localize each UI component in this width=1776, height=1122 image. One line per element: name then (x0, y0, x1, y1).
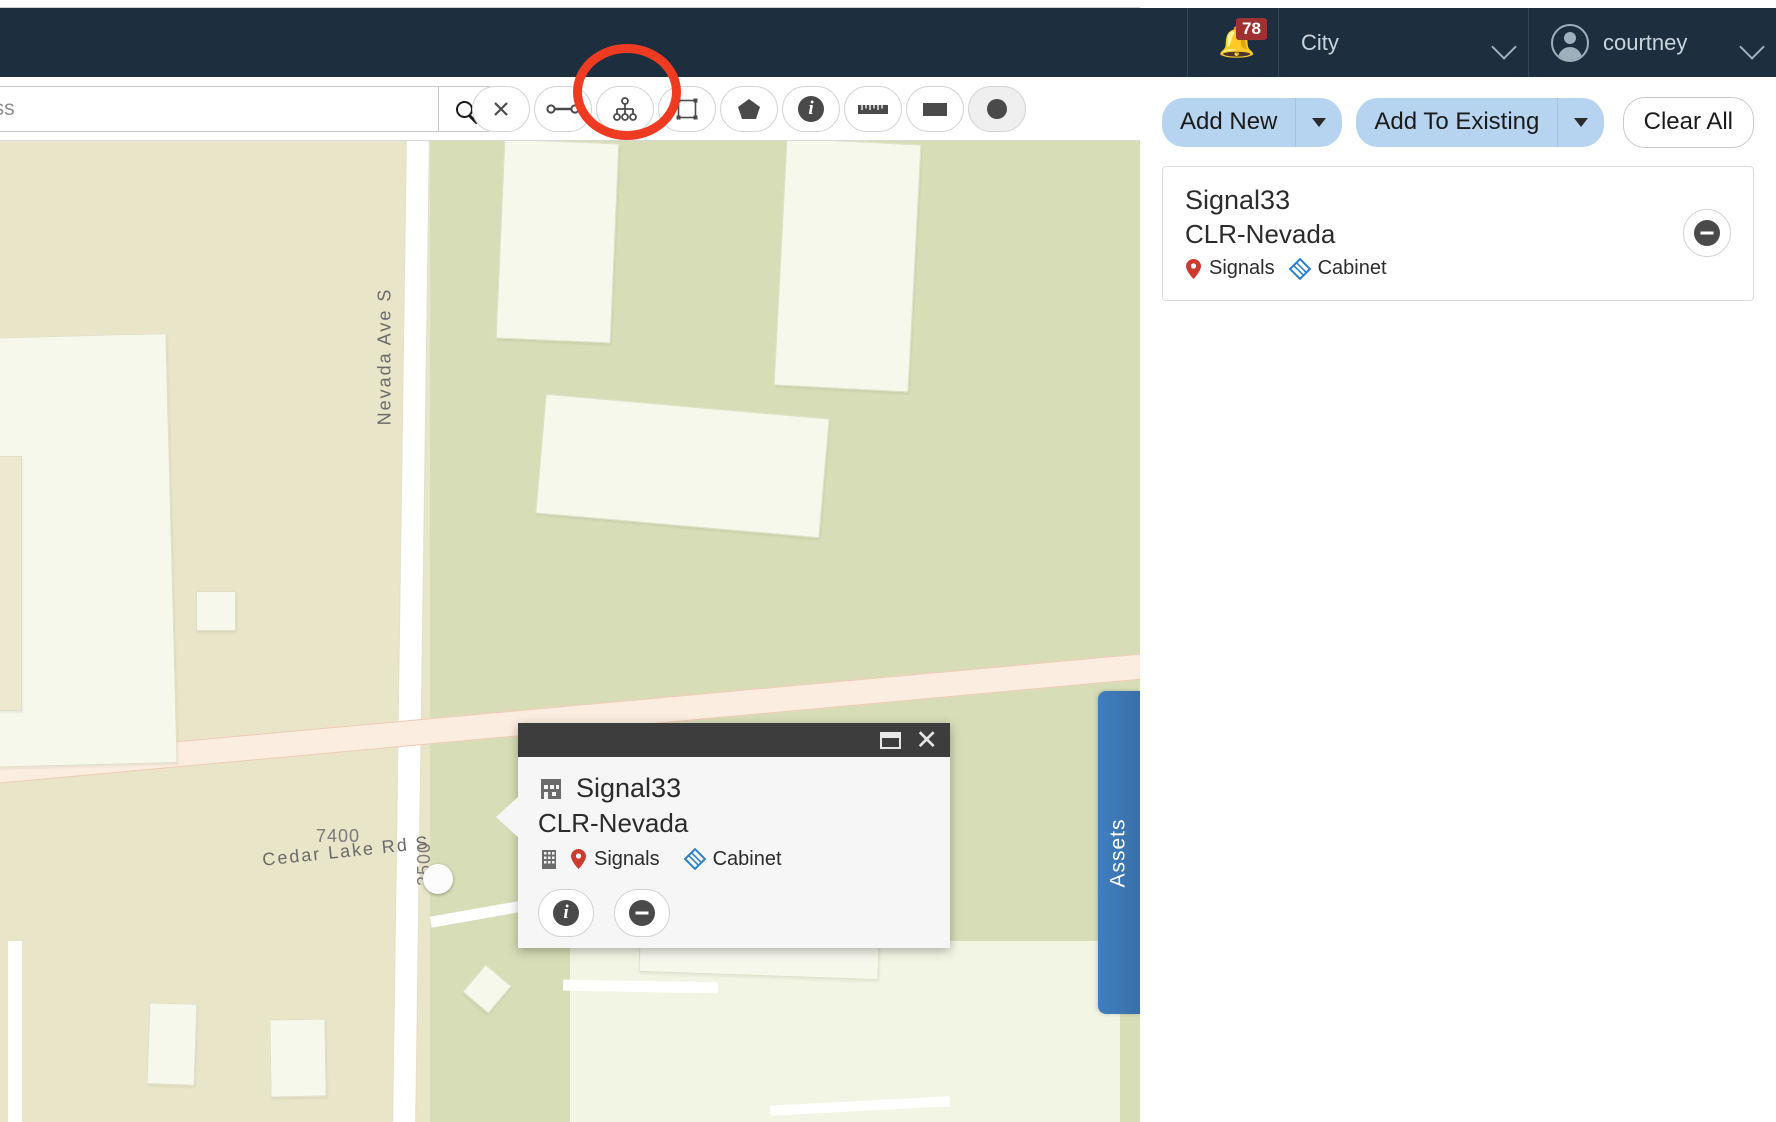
panel-action-bar: Add New Add To Existing Clear All (1140, 77, 1776, 148)
asset-tag-cabinet: Cabinet (1288, 257, 1387, 280)
add-new-dropdown-toggle[interactable] (1295, 98, 1343, 147)
map-building-5 (773, 141, 922, 393)
clear-all-button[interactable]: Clear All (1622, 97, 1754, 148)
popup-remove-button[interactable] (614, 889, 670, 937)
selection-panel: Add New Add To Existing Clear All Signal… (1140, 77, 1776, 1122)
rectangle-filled-icon (923, 103, 947, 116)
popup-feature-name: Signal33 (576, 773, 682, 803)
x-cross-icon (494, 102, 508, 116)
map-building-6 (535, 393, 830, 539)
user-menu[interactable]: courtney (1528, 8, 1776, 77)
add-to-existing-button[interactable]: Add To Existing (1356, 98, 1558, 147)
minus-circle-icon (629, 900, 655, 926)
diamond-icon (1288, 257, 1311, 280)
popup-titlebar: ✕ (518, 723, 950, 757)
building-small-icon (542, 850, 556, 869)
asset-card-name: Signal33 (1185, 185, 1291, 215)
building-icon (541, 778, 561, 799)
point-tool-button[interactable] (472, 86, 530, 132)
add-new-split-button: Add New (1162, 98, 1343, 147)
add-new-button[interactable]: Add New (1162, 98, 1296, 147)
app-root: 🔔 78 City courtney ress i Nevada Ave S C… (0, 0, 1776, 1122)
map-pin-icon (1186, 258, 1201, 279)
chevron-down-icon (1312, 118, 1327, 127)
map-pin-icon (571, 849, 586, 869)
info-circle-icon: i (798, 96, 824, 122)
map-green-strip (430, 941, 570, 1122)
map-building-7 (146, 1002, 198, 1086)
popup-header-row: Signal33 (538, 773, 930, 804)
popup-action-buttons: i (538, 889, 930, 937)
map-building-8 (269, 1018, 327, 1098)
map-label-nevada-ave: Nevada Ave S (374, 287, 395, 426)
circle-tool-button[interactable] (968, 86, 1026, 132)
polygon-tool-button[interactable] (720, 86, 778, 132)
asset-tag-signals-label: Signals (1209, 257, 1275, 279)
map-building-4 (495, 141, 620, 344)
rectangle-fill-tool-button[interactable] (906, 86, 964, 132)
asset-tag-signals: Signals (1185, 257, 1275, 280)
popup-tag-cabinet: Cabinet (683, 847, 782, 871)
map-road-nevada-ave (393, 141, 429, 1122)
network-tree-icon (613, 97, 637, 121)
feature-popup: ✕ Signal33 CLR-Nevada Signals Cabinet i (496, 723, 950, 948)
search-icon (455, 100, 473, 118)
minus-circle-icon (1694, 219, 1720, 246)
assets-drawer-tab[interactable]: Assets (1098, 691, 1140, 1014)
circle-filled-icon (987, 99, 1007, 119)
map-feature-marker[interactable] (423, 864, 453, 894)
drawing-tools-group: i (472, 86, 1026, 132)
address-search (0, 86, 490, 132)
asset-card-subtitle: CLR-Nevada (1185, 219, 1336, 249)
add-to-existing-dropdown-toggle[interactable] (1557, 98, 1605, 147)
popup-feature-subtitle: CLR-Nevada (538, 808, 689, 838)
asset-card-remove-button[interactable] (1683, 208, 1731, 257)
popup-info-button[interactable]: i (538, 889, 594, 937)
map-road-vertical-left (8, 941, 22, 1122)
info-circle-icon: i (553, 900, 579, 926)
add-to-existing-split-button: Add To Existing (1356, 98, 1605, 147)
user-avatar-icon (1551, 23, 1589, 62)
map-toolbar-row: i (0, 77, 1140, 141)
pentagon-icon (738, 99, 760, 119)
map-building-2 (0, 456, 22, 711)
close-icon[interactable]: ✕ (915, 726, 938, 754)
top-white-strip (0, 0, 1776, 8)
list-item[interactable]: Signal33 CLR-Nevada Signals Cabinet (1162, 166, 1754, 301)
context-label: City (1301, 29, 1339, 55)
bell-wrap: 🔔 78 (1218, 17, 1267, 64)
map-building-3 (196, 591, 236, 631)
square-outline-icon (676, 98, 698, 120)
diamond-icon (683, 848, 706, 870)
asset-card-info: Signal33 CLR-Nevada Signals Cabinet (1185, 185, 1683, 280)
top-navigation-bar: 🔔 78 City courtney (0, 8, 1776, 77)
user-name-label: courtney (1603, 29, 1688, 55)
line-tool-button[interactable] (534, 86, 592, 132)
map-label-7400: 7400 (316, 826, 361, 846)
measure-tool-button[interactable] (844, 86, 902, 132)
popup-body: Signal33 CLR-Nevada Signals Cabinet i (518, 757, 950, 937)
rectangle-select-tool-button[interactable] (658, 86, 716, 132)
identify-info-tool-button[interactable]: i (782, 86, 840, 132)
notification-count-badge: 78 (1236, 17, 1267, 41)
asset-card-tags: Signals Cabinet (1185, 257, 1683, 280)
ruler-icon (858, 105, 888, 114)
notifications-button[interactable]: 🔔 78 (1187, 8, 1278, 77)
map-canvas[interactable]: Nevada Ave S Cedar Lake Rd S 7400 2500 A… (0, 141, 1140, 1122)
restore-window-icon[interactable] (880, 731, 902, 749)
search-input[interactable] (0, 86, 438, 132)
asset-tag-cabinet-label: Cabinet (1317, 257, 1387, 279)
popup-tag-signals: Signals (570, 848, 660, 871)
line-segment-icon (546, 104, 580, 114)
map-building-1 (0, 333, 178, 769)
popup-tag-list: Signals Cabinet (538, 847, 930, 871)
popup-tag-signals-label: Signals (594, 847, 660, 870)
chevron-down-icon (1574, 118, 1589, 127)
popup-tag-cabinet-label: Cabinet (712, 847, 782, 870)
context-selector[interactable]: City (1278, 8, 1528, 77)
network-tool-button[interactable] (596, 86, 654, 132)
assets-drawer-label: Assets (1107, 817, 1130, 888)
